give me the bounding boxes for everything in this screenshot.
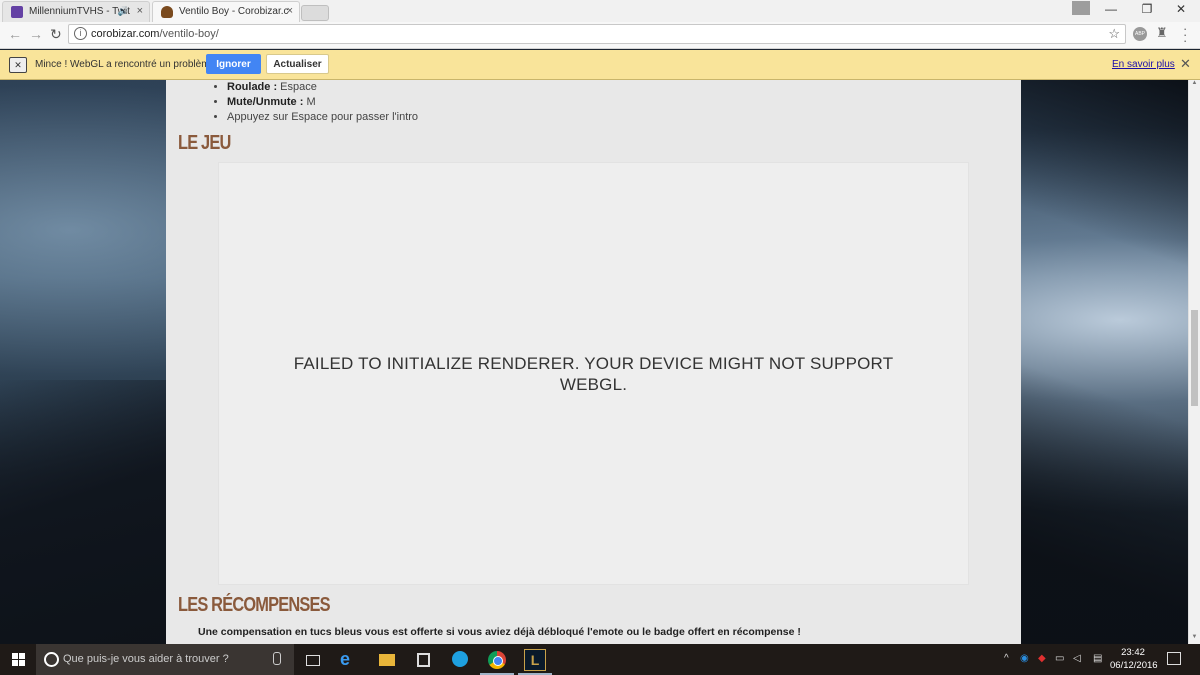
tab-twitch[interactable]: MillenniumTVHS - Twit 🔊 ×	[2, 1, 150, 22]
rewards-text: Une compensation en tucs bleus vous est …	[198, 626, 801, 638]
list-item: Roulade : Espace	[227, 80, 418, 95]
scroll-up-icon[interactable]: ▲	[1189, 80, 1200, 90]
background-art	[1020, 80, 1188, 644]
chrome-menu-icon[interactable]: · · ·	[1183, 22, 1187, 47]
infobar-message: Mince ! WebGL a rencontré un problème.	[35, 59, 218, 70]
minimize-button[interactable]: —	[1096, 2, 1126, 16]
twitch-icon	[11, 6, 23, 18]
controls-list: Roulade : Espace Mute/Unmute : M Appuyez…	[207, 80, 418, 125]
tab-ventilo-boy[interactable]: Ventilo Boy - Corobizar.c ×	[152, 1, 300, 22]
background-art	[0, 380, 170, 644]
tab-strip: MillenniumTVHS - Twit 🔊 × Ventilo Boy - …	[0, 0, 1200, 22]
refresh-button[interactable]: Actualiser	[266, 54, 329, 74]
file-explorer-icon[interactable]	[376, 649, 398, 671]
show-hidden-icons-icon[interactable]: ^	[1004, 653, 1009, 664]
tab-title: MillenniumTVHS - Twit	[29, 6, 130, 17]
action-center-icon[interactable]	[1167, 652, 1181, 665]
info-icon[interactable]: i	[74, 27, 87, 40]
tab-title: Ventilo Boy - Corobizar.c	[179, 6, 289, 17]
search-placeholder: Que puis-je vous aider à trouver ?	[63, 653, 229, 665]
reload-icon[interactable]: ↻	[50, 26, 62, 43]
renderer-error-message: FAILED TO INITIALIZE RENDERER. YOUR DEVI…	[293, 354, 894, 394]
page-viewport: Roulade : Espace Mute/Unmute : M Appuyez…	[0, 80, 1188, 644]
scrollbar-thumb[interactable]	[1191, 310, 1198, 406]
edge-icon[interactable]: e	[340, 649, 362, 671]
profile-icon[interactable]	[1072, 1, 1090, 15]
close-tab-icon[interactable]: ×	[137, 5, 143, 17]
list-item: Mute/Unmute : M	[227, 95, 418, 110]
browser-toolbar: ← → ↻ i corobizar.com/ventilo-boy/ ☆ ABP…	[0, 22, 1200, 49]
list-item: Appuyez sur Espace pour passer l'intro	[227, 110, 418, 125]
poop-icon	[161, 6, 173, 18]
chrome-icon[interactable]	[486, 649, 508, 671]
bookmark-star-icon[interactable]: ☆	[1108, 26, 1120, 42]
ignore-button[interactable]: Ignorer	[206, 54, 261, 74]
network-icon[interactable]: ▤	[1093, 653, 1102, 664]
windows-logo-icon	[12, 653, 18, 659]
restore-button[interactable]: ❐	[1132, 2, 1162, 16]
plugin-crash-icon: ✕	[9, 57, 27, 73]
store-icon[interactable]	[413, 649, 435, 671]
skype-icon[interactable]	[450, 649, 472, 671]
webgl-infobar: ✕ Mince ! WebGL a rencontré un problème.…	[0, 50, 1200, 80]
microphone-icon[interactable]	[273, 652, 281, 665]
game-canvas[interactable]: FAILED TO INITIALIZE RENDERER. YOUR DEVI…	[219, 163, 968, 584]
start-button[interactable]	[0, 644, 36, 675]
close-infobar-icon[interactable]: ✕	[1180, 56, 1191, 72]
scroll-down-icon[interactable]: ▼	[1189, 634, 1200, 644]
battery-icon[interactable]: ▭	[1055, 653, 1064, 664]
game-section-title: LE JEU	[178, 132, 231, 154]
extension-icon[interactable]: ♜	[1156, 25, 1168, 41]
league-of-legends-icon[interactable]: L	[524, 649, 546, 671]
task-view-icon[interactable]	[302, 649, 324, 671]
adblock-icon[interactable]: ABP	[1133, 27, 1147, 41]
cortana-icon	[44, 652, 59, 667]
address-bar[interactable]: i corobizar.com/ventilo-boy/ ☆	[68, 24, 1126, 44]
antivirus-tray-icon[interactable]: ◆	[1038, 653, 1046, 664]
windows-taskbar: Que puis-je vous aider à trouver ? e L ^…	[0, 644, 1200, 675]
url-text[interactable]: corobizar.com/ventilo-boy/	[91, 28, 219, 40]
page-scrollbar[interactable]: ▲ ▼	[1188, 80, 1200, 644]
system-clock[interactable]: 23:42 06/12/2016	[1110, 646, 1158, 672]
learn-more-link[interactable]: En savoir plus	[1112, 59, 1175, 70]
edge-tray-icon[interactable]: ◉	[1020, 653, 1029, 664]
cortana-search[interactable]: Que puis-je vous aider à trouver ?	[36, 644, 294, 675]
audio-playing-icon[interactable]: 🔊	[118, 6, 129, 17]
clock-time: 23:42	[1121, 647, 1145, 658]
clock-date: 06/12/2016	[1110, 660, 1158, 671]
forward-icon[interactable]: →	[29, 26, 43, 42]
new-tab-button[interactable]	[301, 5, 329, 21]
rewards-section-title: LES RÉCOMPENSES	[178, 594, 331, 616]
content-panel: Roulade : Espace Mute/Unmute : M Appuyez…	[166, 80, 1021, 644]
close-tab-icon[interactable]: ×	[287, 5, 293, 17]
close-window-button[interactable]: ✕	[1166, 2, 1196, 16]
back-icon[interactable]: ←	[8, 26, 22, 42]
speaker-icon[interactable]: ◁	[1073, 653, 1081, 664]
